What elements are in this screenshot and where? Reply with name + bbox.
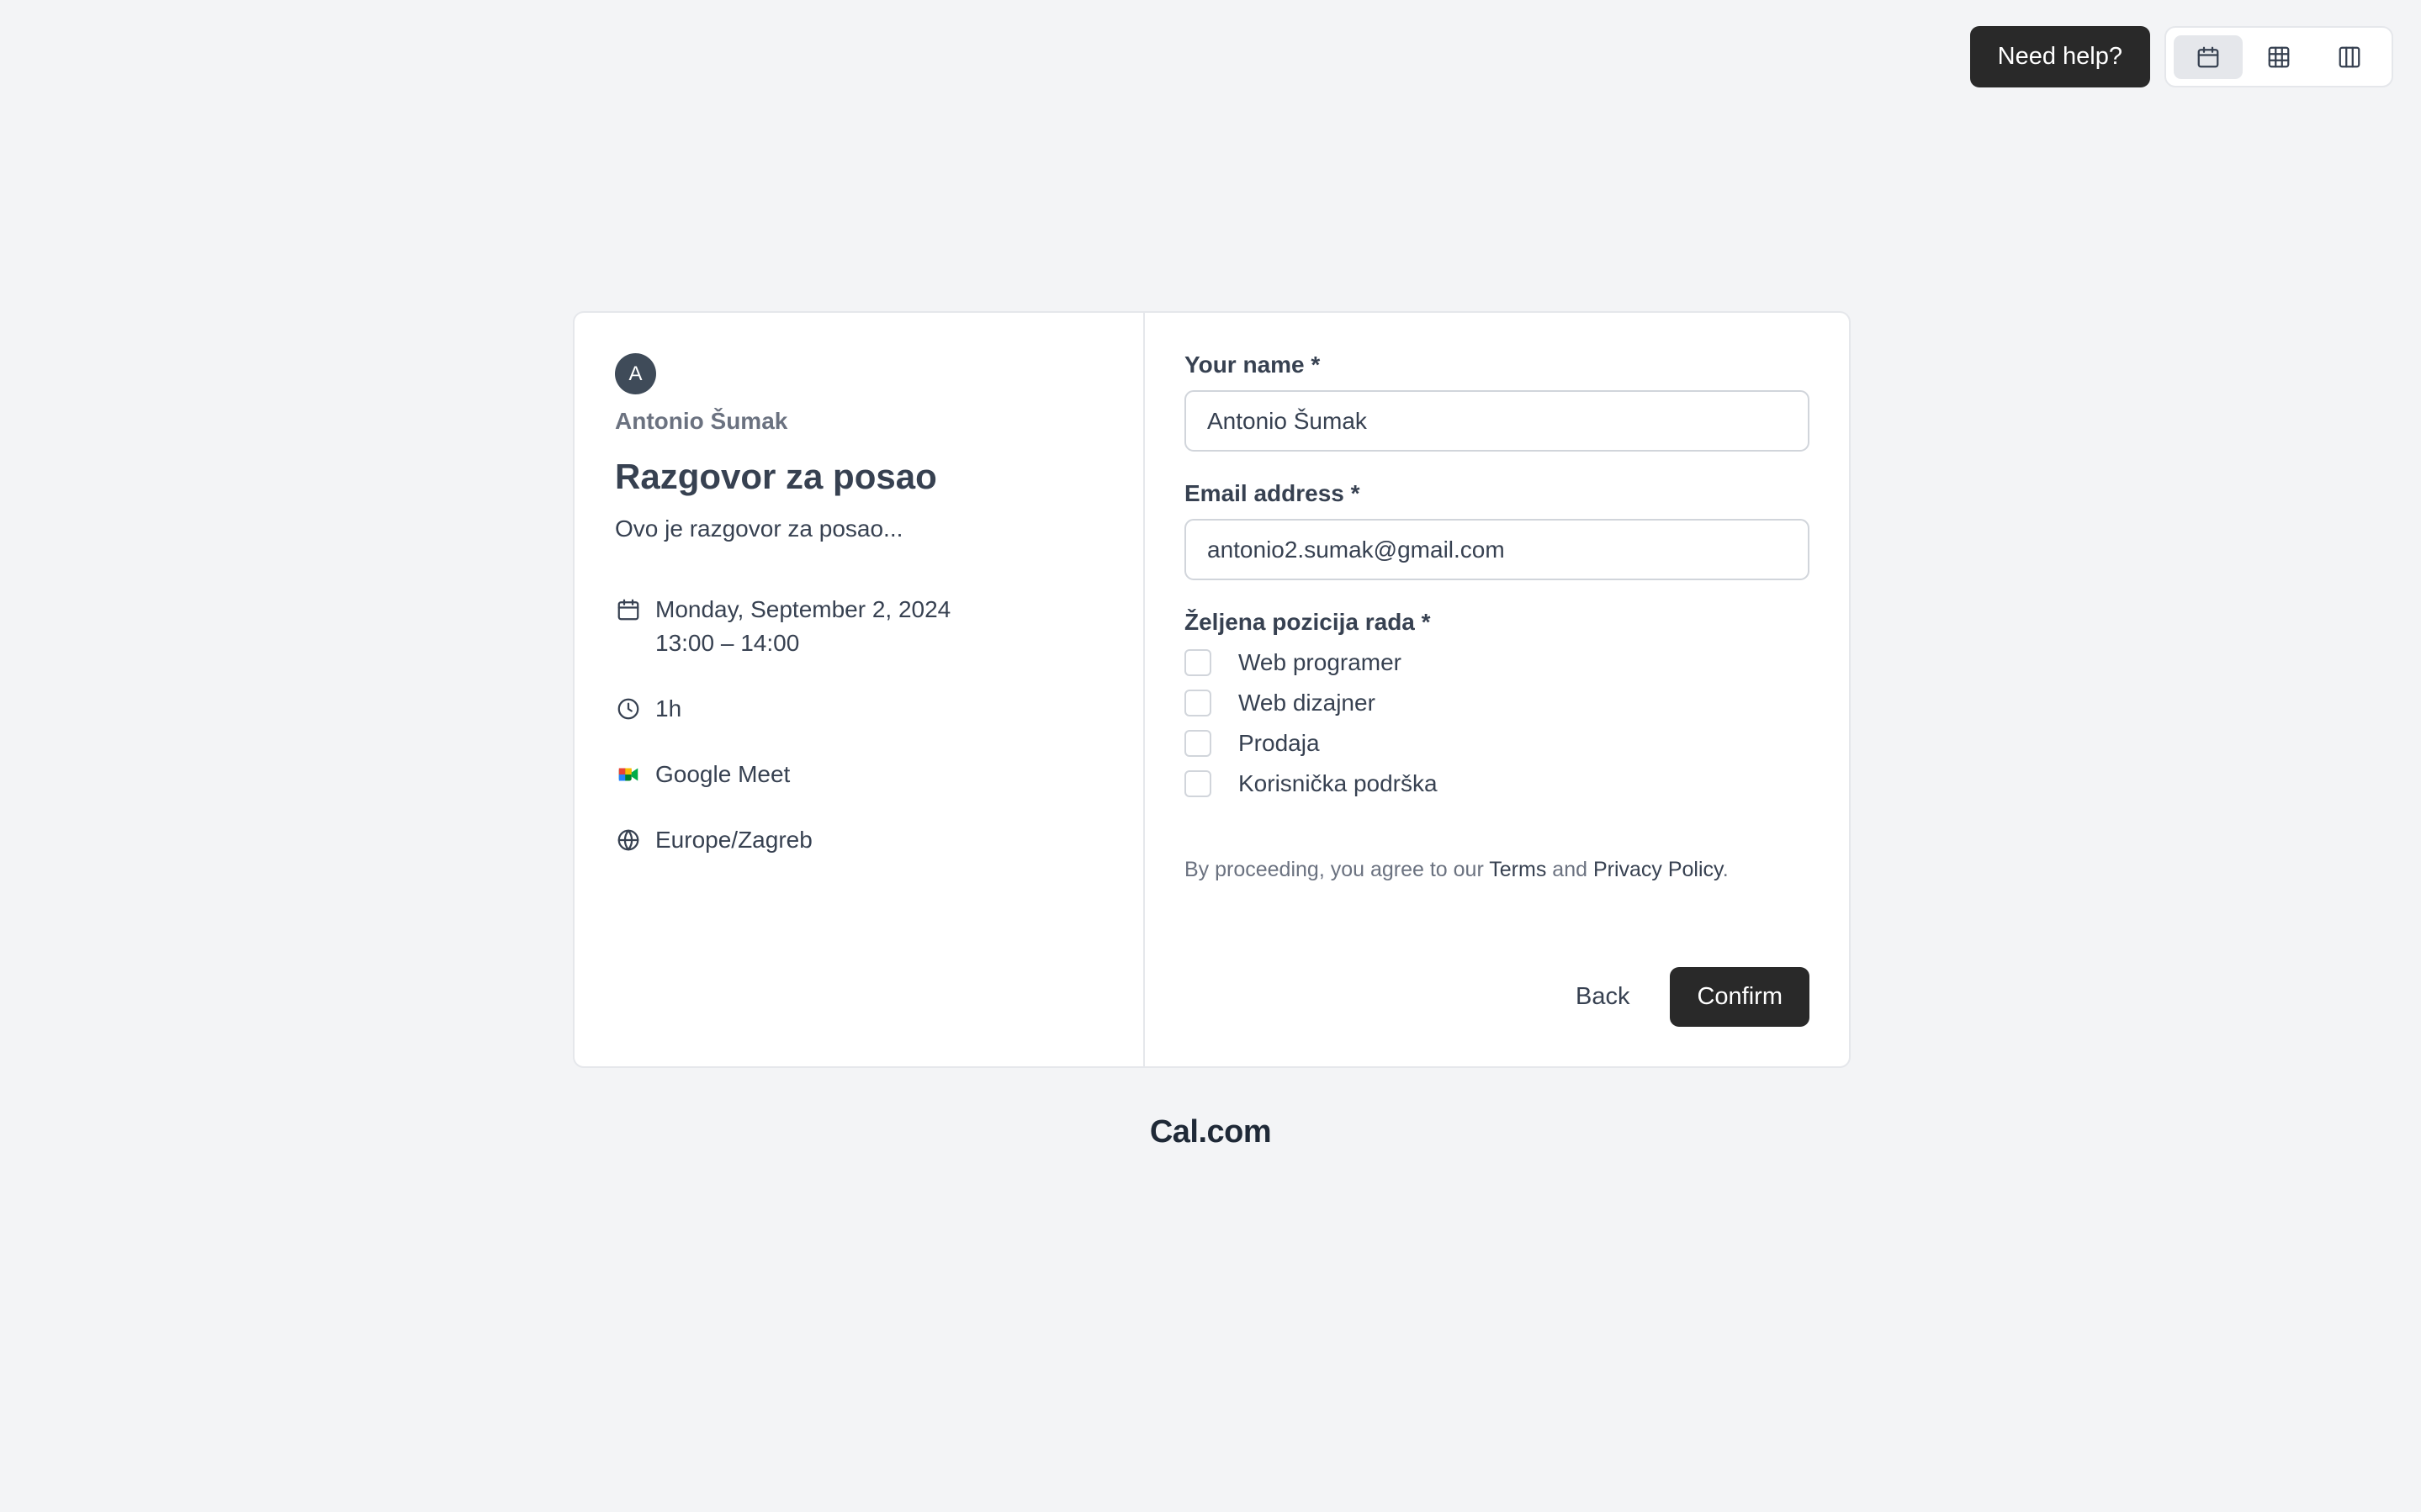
position-option[interactable]: Prodaja [1184, 723, 1809, 764]
option-label: Web dizajner [1238, 690, 1375, 716]
clock-icon [615, 692, 642, 726]
event-datetime: Monday, September 2, 2024 13:00 – 14:00 [615, 593, 1103, 660]
name-input[interactable] [1184, 390, 1809, 452]
checkbox[interactable] [1184, 770, 1211, 797]
terms-notice: By proceeding, you agree to our Terms an… [1184, 858, 1809, 882]
avatar: A [615, 353, 656, 394]
email-input[interactable] [1184, 519, 1809, 580]
checkbox[interactable] [1184, 690, 1211, 716]
terms-suffix: . [1722, 858, 1729, 881]
booking-card: A Antonio Šumak Razgovor za posao Ovo je… [573, 311, 1851, 1068]
option-label: Web programer [1238, 649, 1402, 675]
grid-icon [2268, 46, 2290, 68]
checkbox[interactable] [1184, 649, 1211, 676]
confirm-button[interactable]: Confirm [1670, 967, 1809, 1027]
event-info-panel: A Antonio Šumak Razgovor za posao Ovo je… [575, 313, 1145, 1066]
duration-text: 1h [655, 695, 682, 722]
google-meet-icon [615, 758, 642, 791]
event-duration: 1h [615, 692, 1103, 726]
layout-view-toggle [2164, 26, 2393, 87]
event-time: 13:00 – 14:00 [655, 630, 800, 656]
organizer-name: Antonio Šumak [615, 408, 788, 434]
checkbox[interactable] [1184, 730, 1211, 757]
name-label: Your name * [1184, 352, 1321, 378]
need-help-button[interactable]: Need help? [1969, 26, 2150, 87]
top-bar: Need help? [1969, 26, 2393, 87]
calendar-icon [2197, 46, 2219, 68]
timezone-text: Europe/Zagreb [655, 827, 813, 853]
email-label: Email address * [1184, 480, 1360, 506]
event-description: Ovo je razgovor za posao... [615, 515, 903, 542]
columns-icon [2339, 46, 2360, 68]
calendar-icon [615, 593, 642, 626]
position-checkbox-group: Web programer Web dizajner Prodaja Koris… [1184, 642, 1809, 804]
form-actions: Back Confirm [1550, 967, 1809, 1027]
privacy-policy-link[interactable]: Privacy Policy [1593, 858, 1723, 881]
option-label: Prodaja [1238, 730, 1320, 756]
weekly-view-button[interactable] [2244, 35, 2313, 79]
globe-icon [615, 823, 642, 857]
month-view-button[interactable] [2174, 35, 2243, 79]
position-option[interactable]: Web dizajner [1184, 683, 1809, 723]
terms-link[interactable]: Terms [1489, 858, 1546, 881]
option-label: Korisnička podrška [1238, 770, 1438, 796]
event-details: Monday, September 2, 2024 13:00 – 14:00 … [615, 593, 1103, 857]
event-title: Razgovor za posao [615, 457, 937, 496]
event-date: Monday, September 2, 2024 [655, 596, 951, 622]
position-option[interactable]: Korisnička podrška [1184, 764, 1809, 804]
location-text: Google Meet [655, 761, 791, 787]
event-location: Google Meet [615, 758, 1103, 791]
position-option[interactable]: Web programer [1184, 642, 1809, 683]
terms-and: and [1546, 858, 1593, 881]
event-timezone: Europe/Zagreb [615, 823, 1103, 857]
column-view-button[interactable] [2315, 35, 2384, 79]
position-label: Željena pozicija rada * [1184, 609, 1431, 635]
back-button[interactable]: Back [1550, 967, 1655, 1027]
brand-logo[interactable]: Cal.com [0, 1114, 2421, 1150]
terms-prefix: By proceeding, you agree to our [1184, 858, 1490, 881]
booking-form: Your name * Email address * Željena pozi… [1145, 313, 1849, 1066]
